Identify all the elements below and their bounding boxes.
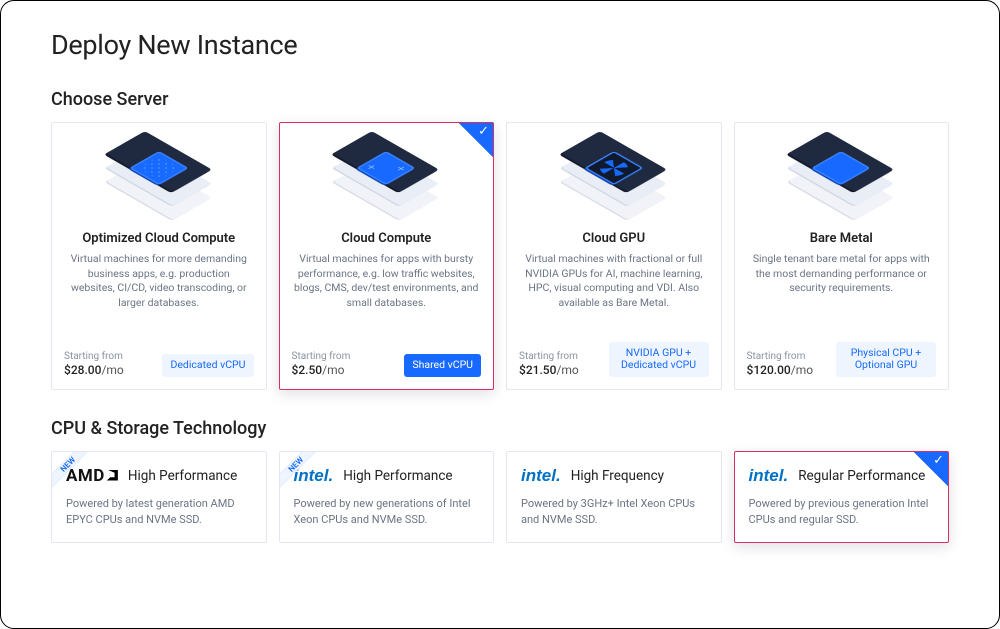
server-card-bare-metal[interactable]: Bare Metal Single tenant bare metal for …	[734, 122, 950, 390]
server-card-desc: Virtual machines for apps with bursty pe…	[292, 252, 482, 342]
server-card-price: $2.50	[292, 363, 351, 377]
tech-card-intel-high-frequency[interactable]: intel High Frequency Powered by 3GHz+ In…	[506, 451, 722, 543]
server-card-title: Bare Metal	[747, 231, 937, 246]
tech-card-desc: Powered by latest generation AMD EPYC CP…	[66, 496, 252, 528]
cpu-storage-heading: CPU & Storage Technology	[51, 418, 949, 439]
tech-row: NEW AMD High Performance Powered by late…	[51, 451, 949, 543]
tech-card-amd-high-performance[interactable]: NEW AMD High Performance Powered by late…	[51, 451, 267, 543]
tech-card-intel-regular-performance[interactable]: intel Regular Performance Powered by pre…	[734, 451, 950, 543]
server-card-price: $21.50	[519, 363, 579, 377]
server-illustration: GPU	[519, 133, 709, 225]
server-card-optimized[interactable]: Optimized Cloud Compute Virtual machines…	[51, 122, 267, 390]
tech-card-title: High Frequency	[571, 468, 664, 484]
server-card-title: Cloud GPU	[519, 231, 709, 246]
server-card-tag: Shared vCPU	[404, 354, 481, 377]
server-row: Optimized Cloud Compute Virtual machines…	[51, 122, 949, 390]
server-card-price: $28.00	[64, 363, 124, 377]
new-ribbon: NEW	[280, 452, 322, 494]
page-title: Deploy New Instance	[51, 29, 949, 61]
starting-from-label: Starting from	[747, 350, 814, 363]
tech-card-title: Regular Performance	[798, 468, 925, 484]
server-card-tag: Dedicated vCPU	[162, 354, 253, 377]
starting-from-label: Starting from	[292, 350, 351, 363]
tech-card-desc: Powered by 3GHz+ Intel Xeon CPUs and NVM…	[521, 496, 707, 528]
tech-card-title: High Performance	[128, 468, 237, 484]
server-card-desc: Virtual machines for more demanding busi…	[64, 252, 254, 342]
server-illustration	[747, 133, 937, 225]
server-illustration	[292, 133, 482, 225]
server-illustration	[64, 133, 254, 225]
server-card-tag: NVIDIA GPU + Dedicated vCPU	[609, 342, 709, 377]
intel-logo: intel	[749, 466, 789, 486]
tech-card-desc: Powered by previous generation Intel CPU…	[749, 496, 935, 528]
server-card-title: Cloud Compute	[292, 231, 482, 246]
starting-from-label: Starting from	[64, 350, 124, 363]
choose-server-heading: Choose Server	[51, 89, 949, 110]
server-card-cloud-compute[interactable]: Cloud Compute Virtual machines for apps …	[279, 122, 495, 390]
server-card-desc: Virtual machines with fractional or full…	[519, 252, 709, 334]
server-card-title: Optimized Cloud Compute	[64, 231, 254, 246]
new-ribbon: NEW	[52, 452, 94, 494]
tech-card-intel-high-performance[interactable]: NEW intel High Performance Powered by ne…	[279, 451, 495, 543]
server-card-price: $120.00	[747, 363, 814, 377]
server-card-desc: Single tenant bare metal for apps with t…	[747, 252, 937, 334]
tech-card-desc: Powered by new generations of Intel Xeon…	[294, 496, 480, 528]
tech-card-title: High Performance	[343, 468, 452, 484]
server-card-cloud-gpu[interactable]: GPU Cloud GPU Virtual machines with frac…	[506, 122, 722, 390]
intel-logo: intel	[521, 466, 561, 486]
starting-from-label: Starting from	[519, 350, 579, 363]
server-card-tag: Physical CPU + Optional GPU	[836, 342, 936, 377]
